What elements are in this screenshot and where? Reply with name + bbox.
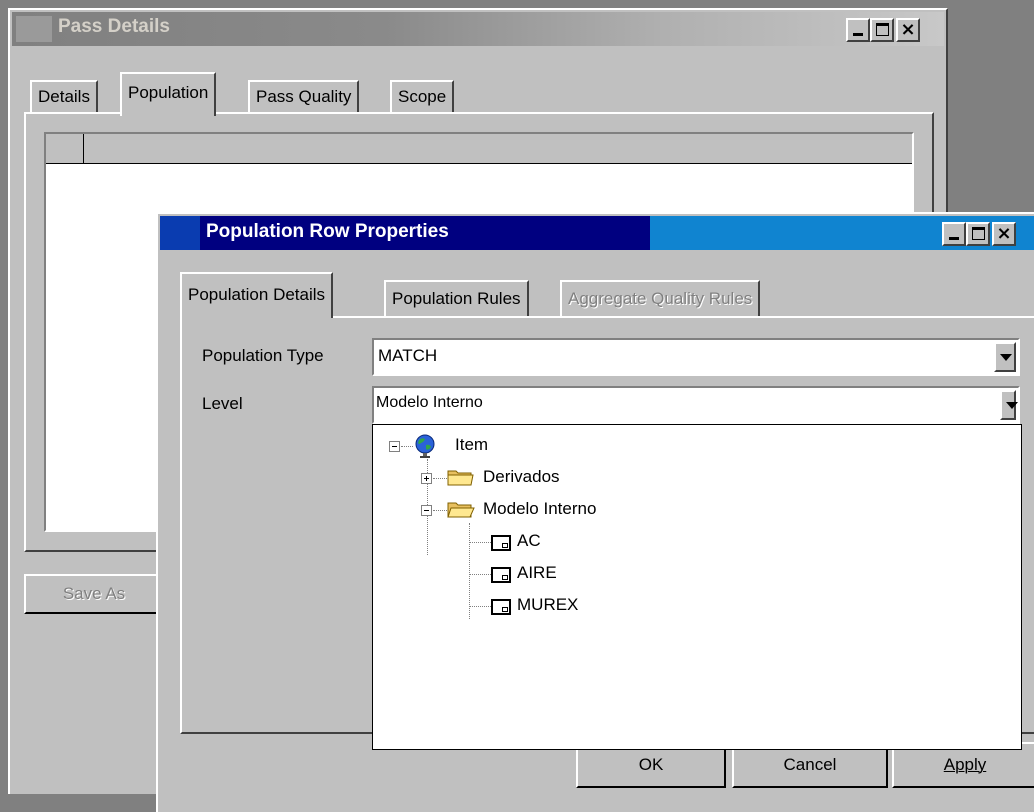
grid-header-row bbox=[46, 134, 912, 164]
tree-item-aire[interactable]: AIRE bbox=[517, 559, 557, 587]
tree-item-ac[interactable]: AC bbox=[517, 527, 541, 555]
maximize-icon bbox=[972, 227, 985, 240]
tree-item-murex[interactable]: MUREX bbox=[517, 591, 578, 619]
dialog-close-button[interactable]: × bbox=[992, 222, 1016, 246]
population-type-combo[interactable]: MATCH bbox=[372, 338, 1020, 376]
minimize-icon bbox=[949, 237, 959, 240]
dialog-minimize-button[interactable] bbox=[942, 222, 966, 246]
dialog-title: Population Row Properties bbox=[206, 221, 449, 242]
collapse-toggle[interactable] bbox=[389, 441, 400, 452]
pass-details-title: Pass Details bbox=[58, 16, 170, 37]
globe-icon bbox=[415, 434, 435, 458]
tree-connector bbox=[401, 446, 413, 447]
chevron-down-icon[interactable] bbox=[994, 342, 1016, 372]
tree-connector bbox=[469, 523, 470, 619]
tab-population-rules[interactable]: Population Rules bbox=[384, 280, 529, 316]
minimize-icon bbox=[853, 33, 863, 36]
tree-connector bbox=[433, 478, 447, 479]
folder-icon bbox=[447, 470, 474, 486]
close-icon: × bbox=[996, 223, 1012, 244]
level-label: Level bbox=[202, 394, 243, 413]
level-tree-dropdown[interactable]: Item Derivados Modelo Interno AC AIRE MU… bbox=[372, 424, 1022, 750]
tree-connector bbox=[433, 510, 447, 511]
level-combo[interactable]: Modelo Interno bbox=[372, 386, 1020, 424]
dialog-titlebar[interactable]: Population Row Properties × bbox=[160, 216, 1034, 250]
tab-pass-quality[interactable]: Pass Quality bbox=[248, 80, 360, 114]
tab-details[interactable]: Details bbox=[30, 80, 98, 114]
tree-item-root[interactable]: Item bbox=[455, 431, 488, 459]
pass-details-titlebar[interactable]: Pass Details × bbox=[12, 12, 944, 46]
minimize-button[interactable] bbox=[846, 18, 870, 42]
population-type-label: Population Type bbox=[202, 346, 324, 365]
document-icon bbox=[491, 599, 511, 615]
collapse-toggle[interactable] bbox=[421, 505, 432, 516]
save-as-button[interactable]: Save As bbox=[24, 574, 164, 614]
chevron-down-icon[interactable] bbox=[1000, 390, 1018, 420]
tab-aggregate-quality-rules: Aggregate Quality Rules bbox=[560, 280, 761, 316]
population-type-value: MATCH bbox=[378, 346, 438, 365]
expand-toggle[interactable] bbox=[421, 473, 432, 484]
window-system-icon[interactable] bbox=[16, 16, 52, 42]
close-icon: × bbox=[900, 19, 916, 40]
document-icon bbox=[491, 567, 511, 583]
tab-population-details[interactable]: Population Details bbox=[180, 272, 334, 318]
grid-corner-cell[interactable] bbox=[46, 134, 84, 164]
close-button[interactable]: × bbox=[896, 18, 920, 42]
tree-connector bbox=[469, 574, 491, 575]
document-icon bbox=[491, 535, 511, 551]
tab-scope[interactable]: Scope bbox=[390, 80, 455, 114]
population-row-properties-dialog: Population Row Properties × Population D… bbox=[156, 212, 1034, 812]
tree-connector bbox=[469, 542, 491, 543]
maximize-button[interactable] bbox=[870, 18, 894, 42]
maximize-icon bbox=[876, 23, 889, 36]
tree-connector bbox=[469, 606, 491, 607]
tab-population[interactable]: Population bbox=[120, 72, 217, 116]
level-value: Modelo Interno bbox=[376, 394, 483, 411]
folder-open-icon bbox=[447, 502, 475, 518]
dialog-maximize-button[interactable] bbox=[966, 222, 990, 246]
tree-item-derivados[interactable]: Derivados bbox=[483, 463, 560, 491]
tree-item-modelo-interno[interactable]: Modelo Interno bbox=[483, 495, 596, 523]
